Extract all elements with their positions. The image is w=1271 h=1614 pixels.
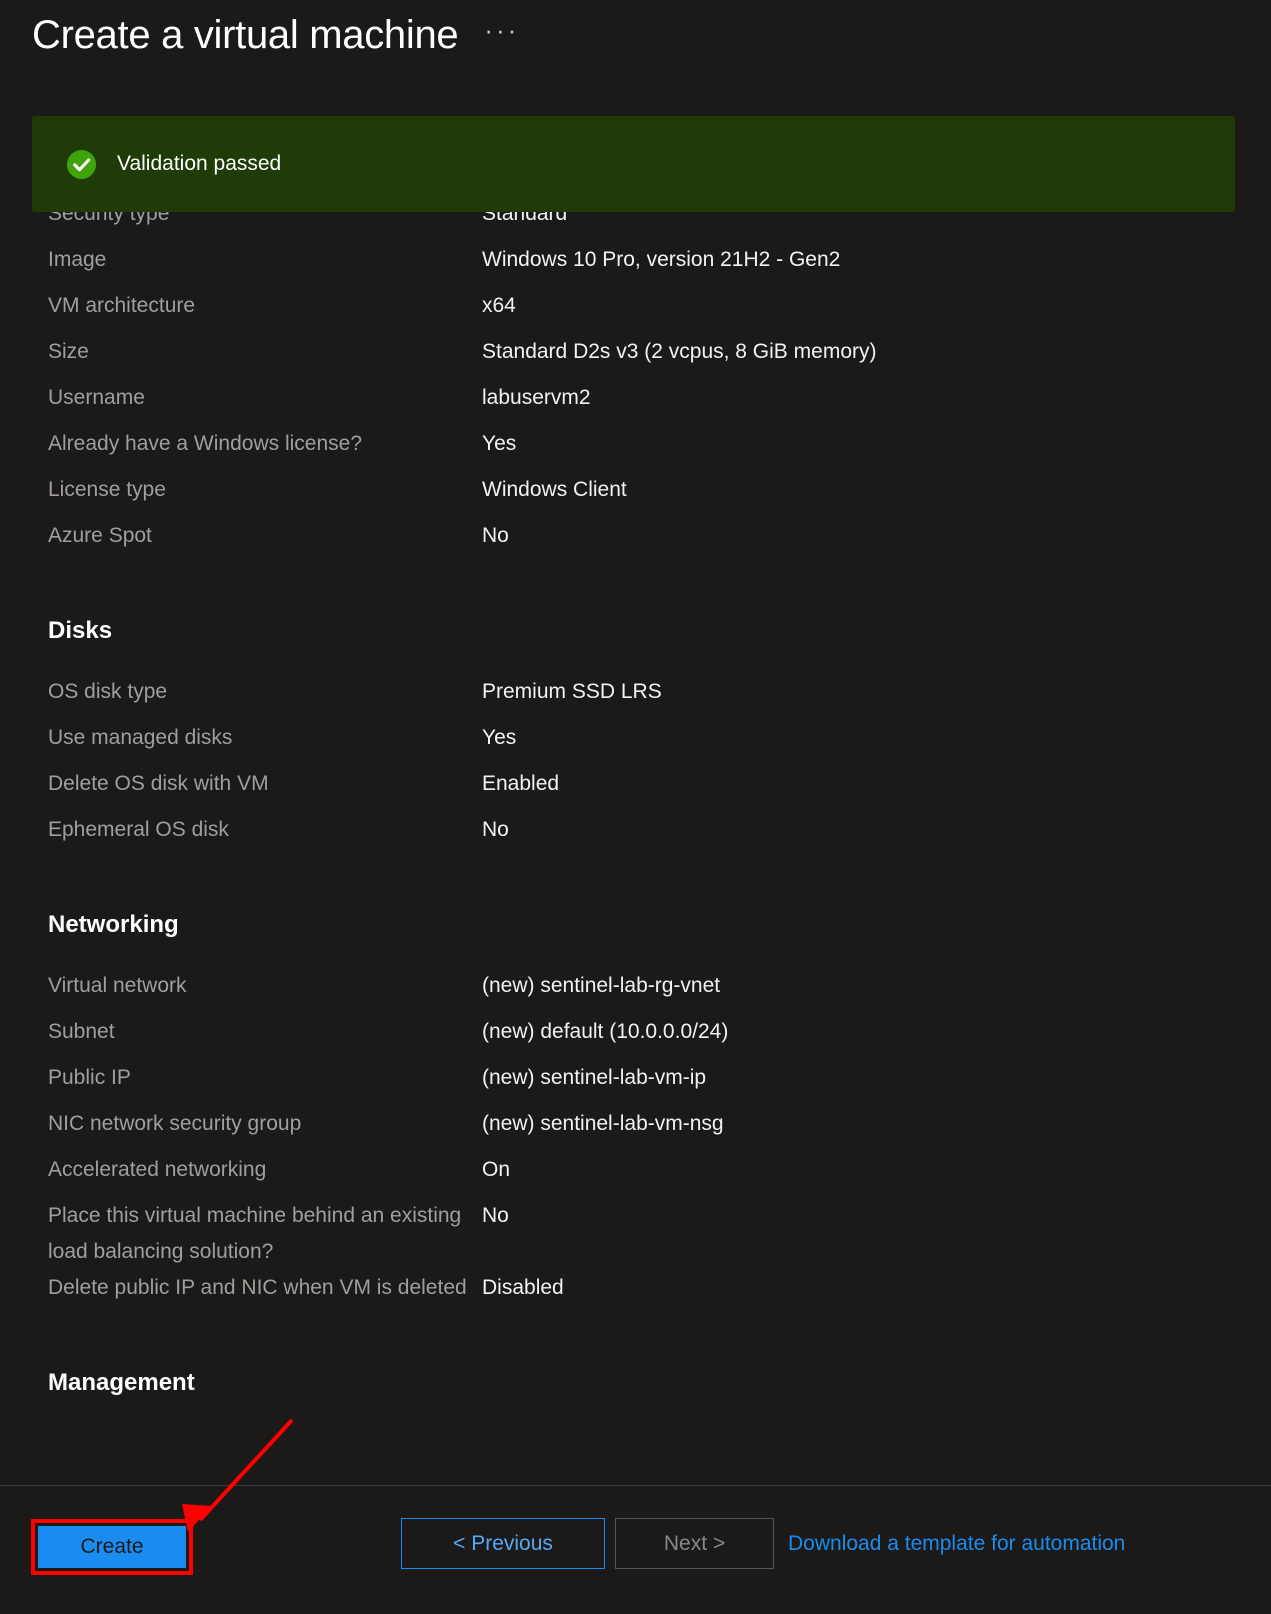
summary-row-value: (new) sentinel-lab-vm-ip <box>482 1066 707 1089</box>
summary-content: Security type Standard Image Windows 10 Pro… <box>0 196 1271 1426</box>
previous-button[interactable]: < Previous <box>401 1518 605 1569</box>
summary-row-value: Yes <box>482 726 517 749</box>
summary-row: Ephemeral OS disk No <box>0 812 1271 858</box>
summary-row-value: Premium SSD LRS <box>482 680 662 703</box>
summary-row-value: No <box>482 818 509 841</box>
summary-row: Use managed disks Yes <box>0 720 1271 766</box>
summary-row-value: x64 <box>482 294 516 317</box>
summary-row-value: Enabled <box>482 772 560 795</box>
summary-row-label: Place this virtual machine behind an exi… <box>48 1204 462 1263</box>
summary-row-label: Accelerated networking <box>48 1158 267 1181</box>
summary-row-label: Delete public IP and NIC when VM is dele… <box>48 1276 467 1299</box>
validation-banner: Validation passed <box>32 116 1235 212</box>
summary-row-value: (new) sentinel-lab-vm-nsg <box>482 1112 724 1135</box>
summary-row: Username labuservm2 <box>0 380 1271 426</box>
summary-row: Place this virtual machine behind an exi… <box>0 1198 1271 1270</box>
download-template-link[interactable]: Download a template for automation <box>788 1518 1125 1569</box>
summary-row: Delete OS disk with VM Enabled <box>0 766 1271 812</box>
summary-row-value: (new) default (10.0.0.0/24) <box>482 1020 729 1043</box>
summary-row-label: Public IP <box>48 1066 131 1089</box>
summary-row-label: OS disk type <box>48 680 168 703</box>
section-heading: Networking <box>48 911 179 938</box>
summary-row: License type Windows Client <box>0 472 1271 518</box>
summary-row-label: License type <box>48 478 166 501</box>
summary-row: Size Standard D2s v3 (2 vcpus, 8 GiB memo… <box>0 334 1271 380</box>
check-circle-icon <box>66 149 97 179</box>
summary-row: Image Windows 10 Pro, version 21H2 - Gen2 <box>0 242 1271 288</box>
summary-row: Azure Spot No <box>0 518 1271 564</box>
summary-scroll-region[interactable]: Security type Standard Image Windows 10 Pro… <box>0 0 1271 1485</box>
next-button: Next > <box>615 1518 774 1569</box>
section-heading: Management <box>48 1369 195 1396</box>
summary-row: Public IP (new) sentinel-lab-vm-ip <box>0 1060 1271 1106</box>
summary-row: Already have a Windows license? Yes <box>0 426 1271 472</box>
summary-row-value: labuservm2 <box>482 386 591 409</box>
summary-row-label: Image <box>48 248 107 271</box>
summary-row-value: Windows 10 Pro, version 21H2 - Gen2 <box>482 248 841 271</box>
summary-row-label: Size <box>48 340 89 363</box>
summary-row-value: Yes <box>482 432 517 455</box>
validation-message: Validation passed <box>117 152 282 175</box>
summary-row: Delete public IP and NIC when VM is dele… <box>0 1270 1271 1316</box>
summary-row: Subnet (new) default (10.0.0.0/24) <box>0 1014 1271 1060</box>
summary-row: Accelerated networking On <box>0 1152 1271 1198</box>
summary-row: VM architecture x64 <box>0 288 1271 334</box>
summary-row-label: Azure Spot <box>48 524 152 547</box>
summary-row-value: On <box>482 1158 511 1181</box>
summary-row-label: Use managed disks <box>48 726 233 749</box>
summary-row-label: Virtual network <box>48 974 187 997</box>
summary-row-label: NIC network security group <box>48 1112 302 1135</box>
summary-row-value: Disabled <box>482 1276 564 1299</box>
summary-row: NIC network security group (new) sentinel… <box>0 1106 1271 1152</box>
summary-row-value: Standard D2s v3 (2 vcpus, 8 GiB memory) <box>482 340 877 363</box>
summary-row-value: (new) sentinel-lab-rg-vnet <box>482 974 721 997</box>
summary-row: OS disk type Premium SSD LRS <box>0 674 1271 720</box>
create-button[interactable]: Create <box>38 1526 186 1568</box>
summary-row-label: Already have a Windows license? <box>48 432 362 455</box>
summary-row-value: No <box>482 524 509 547</box>
summary-row-label: Ephemeral OS disk <box>48 818 229 841</box>
summary-row-label: VM architecture <box>48 294 196 317</box>
summary-row-label: Delete OS disk with VM <box>48 772 269 795</box>
summary-row-value: No <box>482 1204 509 1227</box>
wizard-footer: Create < Previous Next > Download a temp… <box>0 1485 1271 1614</box>
summary-row: Virtual network (new) sentinel-lab-rg-vne… <box>0 968 1271 1014</box>
summary-row-label: Subnet <box>48 1020 115 1043</box>
summary-row-value: Windows Client <box>482 478 627 501</box>
summary-row-label: Username <box>48 386 145 409</box>
section-heading: Disks <box>48 617 113 644</box>
